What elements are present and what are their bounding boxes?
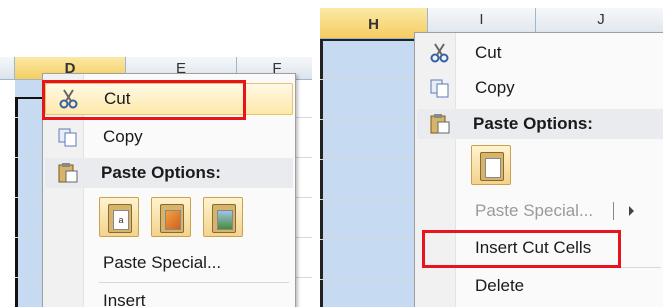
page-icon <box>485 158 501 178</box>
values-icon: a <box>113 210 129 230</box>
menu-item-cut[interactable]: Cut <box>417 38 663 68</box>
menu-item-insert[interactable]: Insert <box>45 286 293 307</box>
right-screenshot: H I J Cut Copy Paste Options: Paste Spec… <box>320 8 663 307</box>
paste-options-header: Paste Options: <box>45 158 293 188</box>
copy-icon <box>57 127 79 147</box>
selection-border-top <box>320 39 415 41</box>
column-header-blank <box>0 57 15 80</box>
menu-item-label: Copy <box>103 127 143 146</box>
menu-header-label: Paste Options: <box>473 114 593 133</box>
menu-item-copy[interactable]: Copy <box>45 122 293 152</box>
menu-item-paste-special[interactable]: Paste Special... <box>45 248 293 278</box>
clipboard-icon <box>57 163 79 183</box>
menu-item-copy[interactable]: Copy <box>417 73 663 103</box>
paste-button[interactable] <box>471 145 511 185</box>
selected-column <box>15 80 45 307</box>
paste-picture-button[interactable] <box>203 197 243 237</box>
clipboard-icon <box>160 204 184 233</box>
scissors-icon <box>429 43 451 63</box>
submenu-divider <box>613 202 614 220</box>
clipboard-icon <box>212 204 236 233</box>
menu-separator <box>99 282 289 283</box>
menu-item-label: Insert <box>103 291 146 307</box>
menu-item-paste-special[interactable]: Paste Special... <box>417 196 663 226</box>
clipboard-icon <box>480 152 504 181</box>
column-header-h[interactable]: H <box>320 8 428 39</box>
paste-formatting-button[interactable] <box>151 197 191 237</box>
menu-header-label: Paste Options: <box>101 163 221 182</box>
copy-icon <box>429 78 451 98</box>
selection-border <box>15 97 18 307</box>
submenu-arrow-icon <box>629 206 634 216</box>
menu-item-label: Delete <box>475 276 525 295</box>
paste-options-header: Paste Options: <box>417 109 663 139</box>
menu-item-delete[interactable]: Delete <box>417 271 663 301</box>
cut-highlight-box <box>42 80 246 120</box>
menu-item-label: Paste Special... <box>103 253 222 272</box>
left-screenshot: D E F Cut Copy Paste Options: a Paste Sp… <box>0 57 312 307</box>
clipboard-icon <box>429 114 451 134</box>
paste-values-button[interactable]: a <box>99 197 139 237</box>
menu-item-label: Paste Special... <box>475 201 594 220</box>
format-brush-icon <box>165 210 181 230</box>
insert-cut-cells-highlight-box <box>422 230 621 268</box>
picture-icon <box>217 210 233 230</box>
menu-item-label: Cut <box>475 43 502 62</box>
selection-border-top <box>15 97 45 99</box>
clipboard-icon: a <box>108 204 132 233</box>
menu-item-label: Copy <box>475 78 515 97</box>
